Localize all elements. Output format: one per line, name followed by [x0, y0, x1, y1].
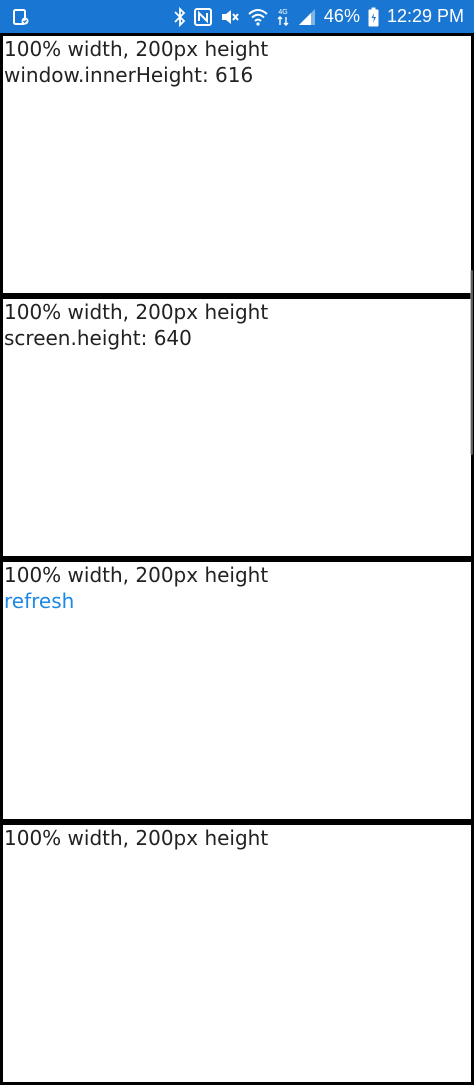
- notification-icon: [12, 8, 30, 26]
- nfc-icon: [193, 7, 212, 26]
- box-4: 100% width, 200px height: [0, 822, 474, 1085]
- wifi-icon: [248, 8, 268, 26]
- box-3: 100% width, 200px height refresh: [0, 559, 474, 822]
- web-content: 100% width, 200px height window.innerHei…: [0, 33, 474, 1085]
- box-heading: 100% width, 200px height: [4, 563, 269, 587]
- scrollbar-thumb[interactable]: [470, 270, 473, 455]
- screen-height-readout: screen.height: 640: [4, 326, 192, 350]
- battery-icon: [368, 7, 379, 27]
- box-heading: 100% width, 200px height: [4, 300, 269, 324]
- signal-icon: [298, 8, 316, 26]
- box-2: 100% width, 200px height screen.height: …: [0, 296, 474, 559]
- box-1: 100% width, 200px height window.innerHei…: [0, 33, 474, 296]
- refresh-link[interactable]: refresh: [4, 588, 470, 614]
- mute-icon: [220, 8, 240, 26]
- bluetooth-icon: [174, 6, 186, 27]
- box-heading: 100% width, 200px height: [4, 37, 269, 61]
- data-icon: 4G: [276, 7, 290, 27]
- status-bar: 4G 46% 12:29 PM: [0, 0, 474, 33]
- inner-height-readout: window.innerHeight: 616: [4, 63, 254, 87]
- battery-percent: 46%: [323, 6, 360, 26]
- svg-text:4G: 4G: [278, 9, 287, 16]
- box-heading: 100% width, 200px height: [4, 826, 269, 850]
- clock-time: 12:29 PM: [386, 6, 464, 26]
